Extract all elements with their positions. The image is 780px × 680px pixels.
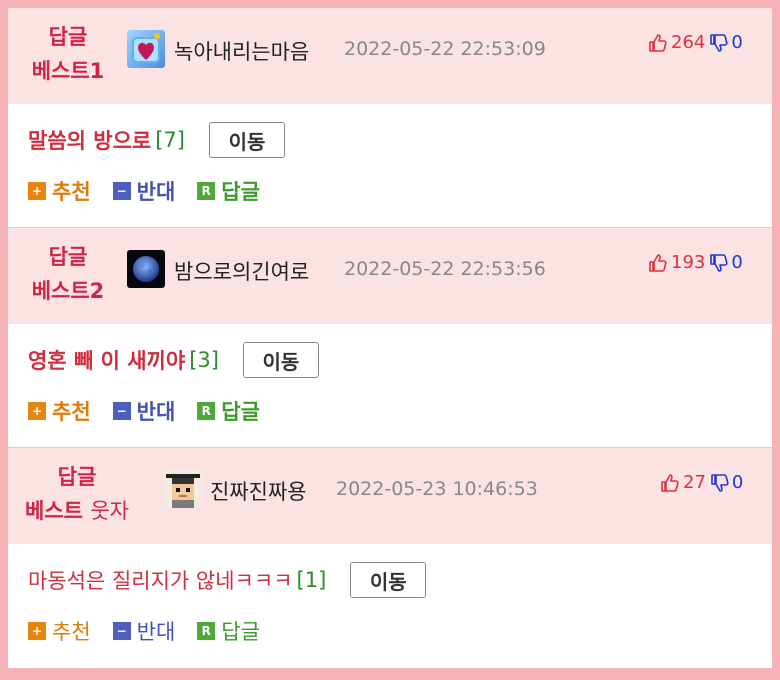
badge-bottom-label: 베스트2 xyxy=(31,279,105,303)
recommend-button[interactable]: + 추천 xyxy=(28,176,91,206)
best-reply-2: 답글 베스트2 밤으로의긴여로 2022-05-22 22:53:56 193 xyxy=(8,228,772,448)
downvote-count: 0 xyxy=(731,472,744,493)
thumb-down-icon xyxy=(709,253,729,273)
oppose-button[interactable]: − 반대 xyxy=(112,396,176,426)
nickname[interactable]: 녹아내리는마음 xyxy=(174,36,309,66)
post-date: 2022-05-22 22:53:09 xyxy=(344,38,546,60)
upvote-count: 264 xyxy=(671,32,706,53)
plus-icon: + xyxy=(28,622,46,640)
reply-label: 답글 xyxy=(221,400,260,424)
reply-actions: + 추천 − 반대 R 답글 xyxy=(28,176,282,206)
post-date: 2022-05-22 22:53:56 xyxy=(344,258,546,280)
reply-r-icon: R xyxy=(197,182,216,200)
move-button[interactable]: 이동 xyxy=(242,342,319,378)
comment-count: [1] xyxy=(296,568,327,592)
reply-content: 말씀의 방으로 [7] 이동 xyxy=(28,120,285,160)
best-reply-1: 답글 베스트1 녹아내리는마음 2022-05-22 22:53:09 264 xyxy=(8,8,772,228)
thumb-down-icon xyxy=(709,33,729,53)
upvote-count: 27 xyxy=(683,472,706,493)
badge-top-label: 답글 xyxy=(48,25,88,49)
recommend-label: 추천 xyxy=(52,620,91,644)
best-badge: 답글 베스트 웃자 xyxy=(22,460,132,528)
night-moon-avatar[interactable] xyxy=(127,250,165,288)
upvote-count: 193 xyxy=(671,252,706,273)
vote-counts: 27 0 xyxy=(660,472,743,493)
recommend-button[interactable]: + 추천 xyxy=(28,396,91,426)
plus-icon: + xyxy=(28,402,46,420)
post-date: 2022-05-23 10:46:53 xyxy=(336,478,538,500)
oppose-label: 반대 xyxy=(136,180,176,204)
recommend-button[interactable]: + 추천 xyxy=(28,616,91,646)
nickname[interactable]: 진짜진짜용 xyxy=(210,476,307,506)
badge-top-label: 답글 xyxy=(48,245,88,269)
recommend-label: 추천 xyxy=(52,180,91,204)
best-badge: 답글 베스트2 xyxy=(28,240,108,308)
minus-icon: − xyxy=(112,402,131,420)
nickname[interactable]: 밤으로의긴여로 xyxy=(174,256,309,286)
badge-bottom-label: 베스트 xyxy=(25,499,83,523)
reply-text[interactable]: 말씀의 방으로 xyxy=(28,125,151,155)
reply-actions: + 추천 − 반대 R 답글 xyxy=(28,396,282,426)
thumb-up-icon xyxy=(660,473,680,493)
reply-body: 말씀의 방으로 [7] 이동 + 추천 − 반대 R 답글 xyxy=(8,104,772,228)
reply-content: 마동석은 질리지가 않네ㅋㅋㅋ [1] 이동 xyxy=(28,560,427,600)
reply-header: 답글 베스트2 밤으로의긴여로 2022-05-22 22:53:56 193 xyxy=(8,228,772,324)
reply-label: 답글 xyxy=(221,620,260,644)
comment-count: [3] xyxy=(189,348,219,372)
reply-header: 답글 베스트 웃자 진짜진짜용 2022-05-23 10:46:53 27 0 xyxy=(8,448,772,544)
move-button[interactable]: 이동 xyxy=(208,122,285,158)
recommend-label: 추천 xyxy=(52,400,91,424)
badge-bottom-label: 베스트1 xyxy=(31,59,105,83)
move-button[interactable]: 이동 xyxy=(350,562,427,598)
best-badge: 답글 베스트1 xyxy=(28,20,108,88)
best-reply-3: 답글 베스트 웃자 진짜진짜용 2022-05-23 10:46:53 27 0… xyxy=(8,448,772,668)
reply-button[interactable]: R 답글 xyxy=(197,176,260,206)
reply-label: 답글 xyxy=(221,180,260,204)
reply-text[interactable]: 영혼 빼 이 새끼야 xyxy=(28,345,185,375)
vote-counts: 193 0 xyxy=(648,252,743,273)
thumb-up-icon xyxy=(648,253,668,273)
badge-suffix: 웃자 xyxy=(90,499,129,523)
reply-body: 마동석은 질리지가 않네ㅋㅋㅋ [1] 이동 + 추천 − 반대 R 답글 xyxy=(8,544,772,668)
thumb-down-icon xyxy=(710,473,730,493)
reply-text[interactable]: 마동석은 질리지가 않네ㅋㅋㅋ xyxy=(28,565,293,595)
oppose-button[interactable]: − 반대 xyxy=(112,176,176,206)
downvote-count: 0 xyxy=(731,252,743,273)
comment-count: [7] xyxy=(155,128,185,152)
oppose-label: 반대 xyxy=(136,400,176,424)
reply-content: 영혼 빼 이 새끼야 [3] 이동 xyxy=(28,340,319,380)
downvote-count: 0 xyxy=(731,32,743,53)
reply-body: 영혼 빼 이 새끼야 [3] 이동 + 추천 − 반대 R 답글 xyxy=(8,324,772,448)
badge-top-label: 답글 xyxy=(57,465,97,489)
reply-header: 답글 베스트1 녹아내리는마음 2022-05-22 22:53:09 264 xyxy=(8,8,772,104)
reply-r-icon: R xyxy=(197,402,216,420)
thumb-up-icon xyxy=(648,33,668,53)
reply-actions: + 추천 − 반대 R 답글 xyxy=(28,616,282,646)
plus-icon: + xyxy=(28,182,46,200)
best-replies-panel: 답글 베스트1 녹아내리는마음 2022-05-22 22:53:09 264 xyxy=(8,8,772,668)
melting-heart-avatar[interactable] xyxy=(127,30,165,68)
vote-counts: 264 0 xyxy=(648,32,743,53)
reply-button[interactable]: R 답글 xyxy=(197,616,260,646)
reply-r-icon: R xyxy=(197,622,216,640)
minus-icon: − xyxy=(112,622,131,640)
reply-button[interactable]: R 답글 xyxy=(197,396,260,426)
oppose-label: 반대 xyxy=(136,620,176,644)
oppose-button[interactable]: − 반대 xyxy=(112,616,176,646)
pixel-graduate-avatar[interactable] xyxy=(164,470,202,508)
minus-icon: − xyxy=(112,182,131,200)
